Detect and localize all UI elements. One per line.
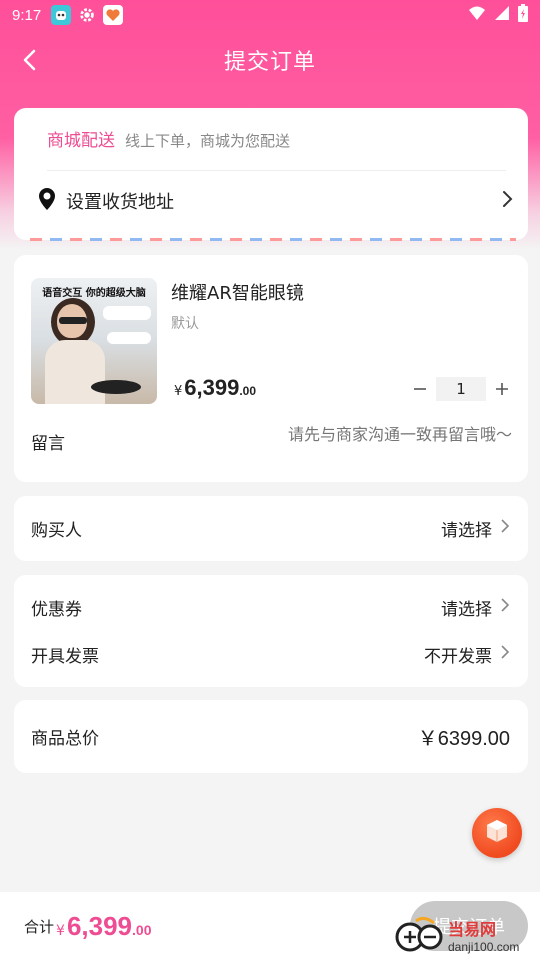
status-time: 9:17 — [12, 6, 42, 24]
chevron-right-icon — [500, 644, 510, 664]
location-pin-icon — [36, 187, 58, 215]
sum-price-symbol: ¥ — [56, 922, 65, 939]
thumbnail-caption: 语音交互 你的超级大脑 — [42, 288, 146, 299]
product-spec: 默认 — [171, 316, 199, 332]
chevron-right-icon — [500, 597, 510, 617]
coupon-row[interactable]: 优惠券 请选择 — [31, 592, 510, 622]
bottom-bar: 合计 ¥ 6,399 .00 提交订单 — [0, 892, 540, 960]
sum-price-decimal: .00 — [132, 921, 152, 938]
buyer-label: 购买人 — [31, 520, 82, 541]
floating-shop-button[interactable] — [472, 808, 522, 858]
decrease-quantity-button[interactable] — [408, 377, 432, 401]
total-value: ￥6399.00 — [417, 727, 510, 750]
chevron-right-icon — [500, 518, 510, 538]
increase-quantity-button[interactable] — [490, 377, 514, 401]
delivery-tag: 商城配送 — [47, 131, 115, 151]
product-name: 维耀AR智能眼镜 — [171, 283, 304, 304]
invoice-label: 开具发票 — [31, 646, 99, 667]
coupon-invoice-card: 优惠券 请选择 开具发票 不开发票 — [14, 575, 528, 687]
gear-icon — [77, 5, 97, 25]
address-envelope-border — [30, 238, 516, 241]
coupon-label: 优惠券 — [31, 599, 82, 620]
battery-icon — [518, 4, 528, 26]
signal-icon — [494, 5, 510, 25]
buyer-row[interactable]: 购买人 请选择 — [31, 513, 510, 543]
price-integer: 6,399 — [184, 375, 240, 400]
buyer-value: 请选择 — [441, 520, 492, 541]
robot-app-icon — [51, 5, 72, 25]
buyer-card: 购买人 请选择 — [14, 496, 528, 561]
message-label: 留言 — [31, 434, 65, 454]
status-bar: 9:17 — [0, 0, 540, 30]
submit-order-button[interactable]: 提交订单 — [410, 901, 528, 951]
sum-label: 合计 — [24, 917, 55, 936]
back-arrow-icon[interactable] — [16, 46, 44, 74]
set-address-label: 设置收货地址 — [66, 192, 174, 213]
product-card: 语音交互 你的超级大脑 维耀AR智能眼镜 默认 ¥ 6,399 .00 1 留言 — [14, 255, 528, 482]
product-thumbnail[interactable]: 语音交互 你的超级大脑 — [31, 278, 157, 404]
divider — [47, 170, 506, 171]
delivery-description: 线上下单，商城为您配送 — [125, 132, 291, 150]
chevron-right-icon — [500, 189, 514, 213]
coupon-value: 请选择 — [441, 599, 492, 620]
heart-app-icon — [103, 5, 124, 25]
total-card: 商品总价 ￥6399.00 — [14, 700, 528, 773]
total-row: 商品总价 ￥6399.00 — [31, 721, 510, 751]
invoice-value: 不开发票 — [424, 646, 492, 667]
wifi-icon — [468, 5, 486, 25]
delivery-card: 商城配送 线上下单，商城为您配送 设置收货地址 — [14, 108, 528, 240]
total-label: 商品总价 — [31, 728, 99, 749]
cube-icon — [485, 818, 509, 848]
set-address-row[interactable]: 设置收货地址 — [36, 186, 514, 216]
quantity-stepper: 1 — [408, 377, 514, 401]
price-symbol: ¥ — [174, 384, 183, 399]
product-price: ¥ 6,399 .00 — [174, 375, 256, 401]
delivery-method: 商城配送 线上下单，商城为您配送 — [47, 126, 290, 151]
quantity-value[interactable]: 1 — [436, 377, 486, 401]
invoice-row[interactable]: 开具发票 不开发票 — [31, 639, 510, 669]
sum-price-integer: 6,399 — [66, 910, 133, 941]
sum-price: ¥ 6,399 .00 — [56, 911, 151, 942]
page-header: 提交订单 — [0, 38, 540, 82]
price-decimal: .00 — [239, 384, 257, 398]
page-title: 提交订单 — [223, 50, 316, 75]
message-input[interactable] — [212, 425, 512, 444]
